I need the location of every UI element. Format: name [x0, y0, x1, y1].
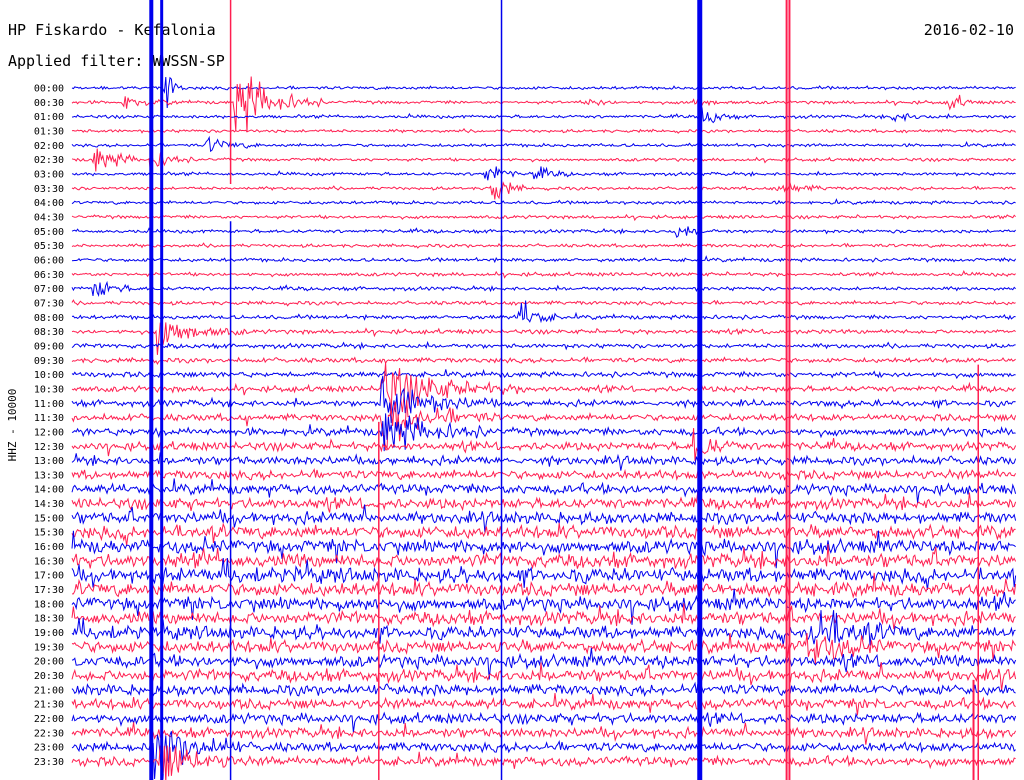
trace-line — [71, 270, 1016, 279]
trace-line — [71, 166, 1016, 181]
time-tick-label: 23:30 — [34, 757, 64, 768]
time-tick-label: 04:00 — [34, 198, 64, 209]
trace-line — [71, 647, 1017, 680]
time-tick-label: 20:00 — [34, 657, 64, 668]
time-tick-label: 10:30 — [34, 384, 64, 395]
time-tick-label: 19:00 — [34, 628, 64, 639]
trace-line — [71, 745, 1016, 780]
time-tick-label: 21:30 — [34, 700, 64, 711]
trace-line — [71, 491, 1017, 513]
trace-line — [71, 213, 1016, 222]
y-axis-label: HHZ - 10000 — [6, 389, 19, 462]
trace-line — [71, 400, 1017, 451]
time-tick-label: 19:30 — [34, 642, 64, 653]
time-tick-label: 21:00 — [34, 685, 64, 696]
time-tick-label: 12:30 — [34, 442, 64, 453]
time-tick-label: 15:30 — [34, 528, 64, 539]
time-tick-label: 14:00 — [34, 485, 64, 496]
time-tick-label: 09:00 — [34, 341, 64, 352]
trace-line — [71, 76, 1016, 133]
time-tick-label: 20:30 — [34, 671, 64, 682]
trace-line — [71, 428, 1017, 461]
time-tick-label: 22:30 — [34, 728, 64, 739]
trace-line — [71, 299, 1016, 307]
trace-line — [71, 322, 1016, 355]
time-tick-label: 13:30 — [34, 470, 64, 481]
chart-date: 2016-02-10 — [924, 21, 1014, 39]
time-tick-label: 14:30 — [34, 499, 64, 510]
time-tick-label: 01:00 — [34, 112, 64, 123]
trace-line — [71, 255, 1017, 264]
time-tick-label: 18:00 — [34, 599, 64, 610]
trace-line — [71, 198, 1016, 206]
time-tick-label: 07:30 — [34, 298, 64, 309]
time-tick-label: 00:00 — [34, 84, 64, 95]
trace-line — [71, 692, 1016, 716]
trace-line — [71, 107, 1016, 124]
time-tick-label: 08:30 — [34, 327, 64, 338]
time-tick-label: 17:00 — [34, 571, 64, 582]
time-tick-labels: 00:00 00:30 01:00 01:30 02:00 02:30 03:00 03:30… — [34, 84, 64, 769]
time-tick-label: 18:30 — [34, 614, 64, 625]
trace-line — [71, 681, 1016, 698]
time-tick-label: 16:00 — [34, 542, 64, 553]
time-tick-label: 23:00 — [34, 743, 64, 754]
time-tick-label: 06:30 — [34, 270, 64, 281]
time-tick-label: 02:30 — [34, 155, 64, 166]
time-tick-label: 00:30 — [34, 98, 64, 109]
trace-line — [71, 181, 1016, 200]
time-tick-label: 03:30 — [34, 184, 64, 195]
time-tick-label: 16:30 — [34, 556, 64, 567]
time-tick-label: 09:30 — [34, 356, 64, 367]
trace-line — [71, 368, 1016, 380]
chart-title: HP Fiskardo - Kefalonia — [8, 21, 216, 39]
trace-line — [71, 242, 1016, 249]
trace-line — [71, 135, 1016, 153]
helicorder-chart: HP Fiskardo - Kefalonia 2016-02-10 Appli… — [6, 0, 1017, 780]
time-tick-label: 11:00 — [34, 399, 64, 410]
trace-line — [71, 522, 1016, 546]
trace-line — [71, 731, 1016, 780]
time-tick-label: 04:30 — [34, 212, 64, 223]
trace-line — [71, 478, 1017, 504]
time-tick-label: 02:00 — [34, 141, 64, 152]
time-tick-label: 08:00 — [34, 313, 64, 324]
time-tick-label: 07:00 — [34, 284, 64, 295]
trace-line — [71, 356, 1016, 365]
time-tick-label: 10:00 — [34, 370, 64, 381]
time-tick-label: 05:00 — [34, 227, 64, 238]
trace-line — [71, 610, 1016, 646]
trace-line — [71, 467, 1017, 481]
trace-line — [71, 226, 1016, 238]
time-tick-label: 12:00 — [34, 427, 64, 438]
trace-line — [71, 340, 1016, 351]
trace-line — [71, 504, 1017, 534]
time-tick-label: 15:00 — [34, 513, 64, 524]
time-tick-label: 17:30 — [34, 585, 64, 596]
trace-line — [71, 530, 1016, 569]
trace-line — [71, 280, 1016, 298]
seismic-traces — [71, 76, 1017, 780]
time-tick-label: 06:00 — [34, 255, 64, 266]
time-tick-label: 03:00 — [34, 169, 64, 180]
time-tick-label: 13:00 — [34, 456, 64, 467]
chart-subtitle: Applied filter: WWSSN-SP — [8, 52, 225, 70]
trace-line — [71, 452, 1017, 471]
time-tick-label: 01:30 — [34, 126, 64, 137]
time-tick-label: 22:00 — [34, 714, 64, 725]
trace-line — [71, 711, 1017, 733]
time-tick-label: 11:30 — [34, 413, 64, 424]
time-tick-label: 05:30 — [34, 241, 64, 252]
trace-line — [72, 572, 1017, 599]
trace-line — [71, 127, 1016, 134]
